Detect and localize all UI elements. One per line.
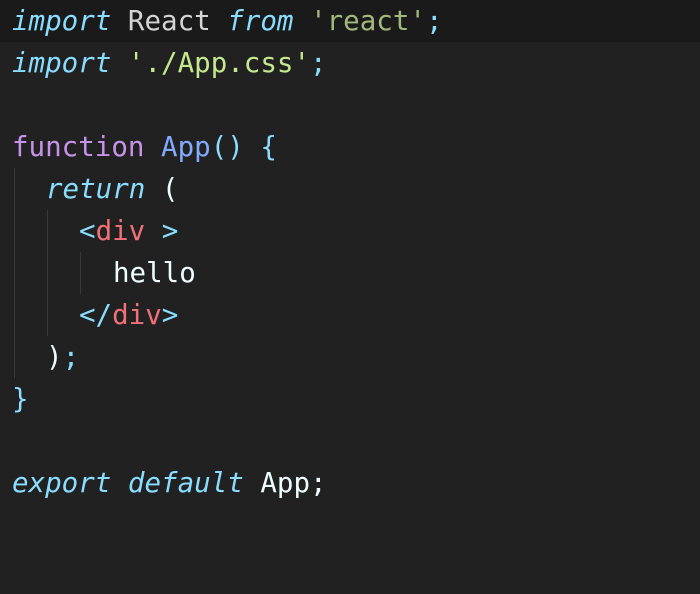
indent-guide: [14, 168, 15, 210]
identifier-react: React: [127, 5, 211, 37]
code-line-1-content: import React from 'react';: [12, 0, 443, 42]
function-name-app: App: [161, 131, 211, 163]
code-line-10[interactable]: }: [0, 378, 700, 420]
code-line-11[interactable]: [0, 420, 700, 462]
tag-name-div: div: [112, 299, 162, 331]
code-line-9[interactable]: );: [0, 336, 700, 378]
semicolon: ;: [310, 47, 327, 79]
code-line-3[interactable]: [0, 84, 700, 126]
tag-open-bracket: </: [79, 299, 113, 331]
code-line-6[interactable]: <div >: [0, 210, 700, 252]
code-line-1[interactable]: import React from 'react';: [0, 0, 700, 42]
keyword-import: import: [12, 5, 112, 37]
code-line-9-content: );: [46, 336, 79, 378]
code-line-10-content: }: [12, 378, 29, 420]
tag-name-div: div: [95, 215, 146, 247]
code-line-8[interactable]: </div>: [0, 294, 700, 336]
semicolon: ;: [310, 467, 327, 499]
keyword-function: function: [12, 131, 145, 163]
keyword-default: default: [127, 467, 244, 499]
indent-guide: [80, 252, 81, 294]
tag-close-bracket: >: [145, 215, 179, 247]
semicolon: ;: [62, 341, 80, 373]
code-line-8-content: </div>: [79, 294, 178, 336]
indent-guide: [14, 252, 15, 294]
indent-guide: [47, 252, 48, 294]
open-brace: {: [260, 131, 277, 163]
close-paren: ): [46, 341, 63, 373]
code-line-4[interactable]: function App() {: [0, 126, 700, 168]
code-line-12-content: export default App;: [12, 462, 327, 504]
indent-guide: [14, 336, 15, 378]
indent-guide: [47, 294, 48, 336]
close-brace: }: [12, 383, 29, 415]
parens: (): [210, 131, 244, 163]
code-line-2[interactable]: import './App.css';: [0, 42, 700, 84]
keyword-export: export: [12, 467, 112, 499]
code-line-5[interactable]: return (: [0, 168, 700, 210]
string-app-css: './App.css': [127, 47, 311, 79]
keyword-from: from: [227, 5, 294, 37]
string-react: 'react': [310, 5, 426, 37]
indent-guide: [14, 294, 15, 336]
indent-guide: [14, 210, 15, 252]
code-line-6-content: <div >: [79, 210, 178, 252]
indent-guide: [47, 210, 48, 252]
identifier-app: App: [260, 467, 311, 499]
jsx-text-hello: hello: [113, 257, 196, 289]
code-line-12[interactable]: export default App;: [0, 462, 700, 504]
tag-close-bracket: >: [161, 299, 179, 331]
code-line-5-content: return (: [46, 168, 178, 210]
code-line-7-content: hello: [113, 252, 196, 294]
keyword-import: import: [12, 47, 112, 79]
code-editor[interactable]: import React from 'react'; import './App…: [0, 0, 700, 594]
code-line-7[interactable]: hello: [0, 252, 700, 294]
keyword-return: return: [46, 173, 146, 205]
semicolon: ;: [425, 5, 443, 37]
tag-open-bracket: <: [79, 215, 96, 247]
code-line-2-content: import './App.css';: [12, 42, 327, 84]
code-line-4-content: function App() {: [12, 126, 277, 168]
open-paren: (: [161, 173, 179, 205]
